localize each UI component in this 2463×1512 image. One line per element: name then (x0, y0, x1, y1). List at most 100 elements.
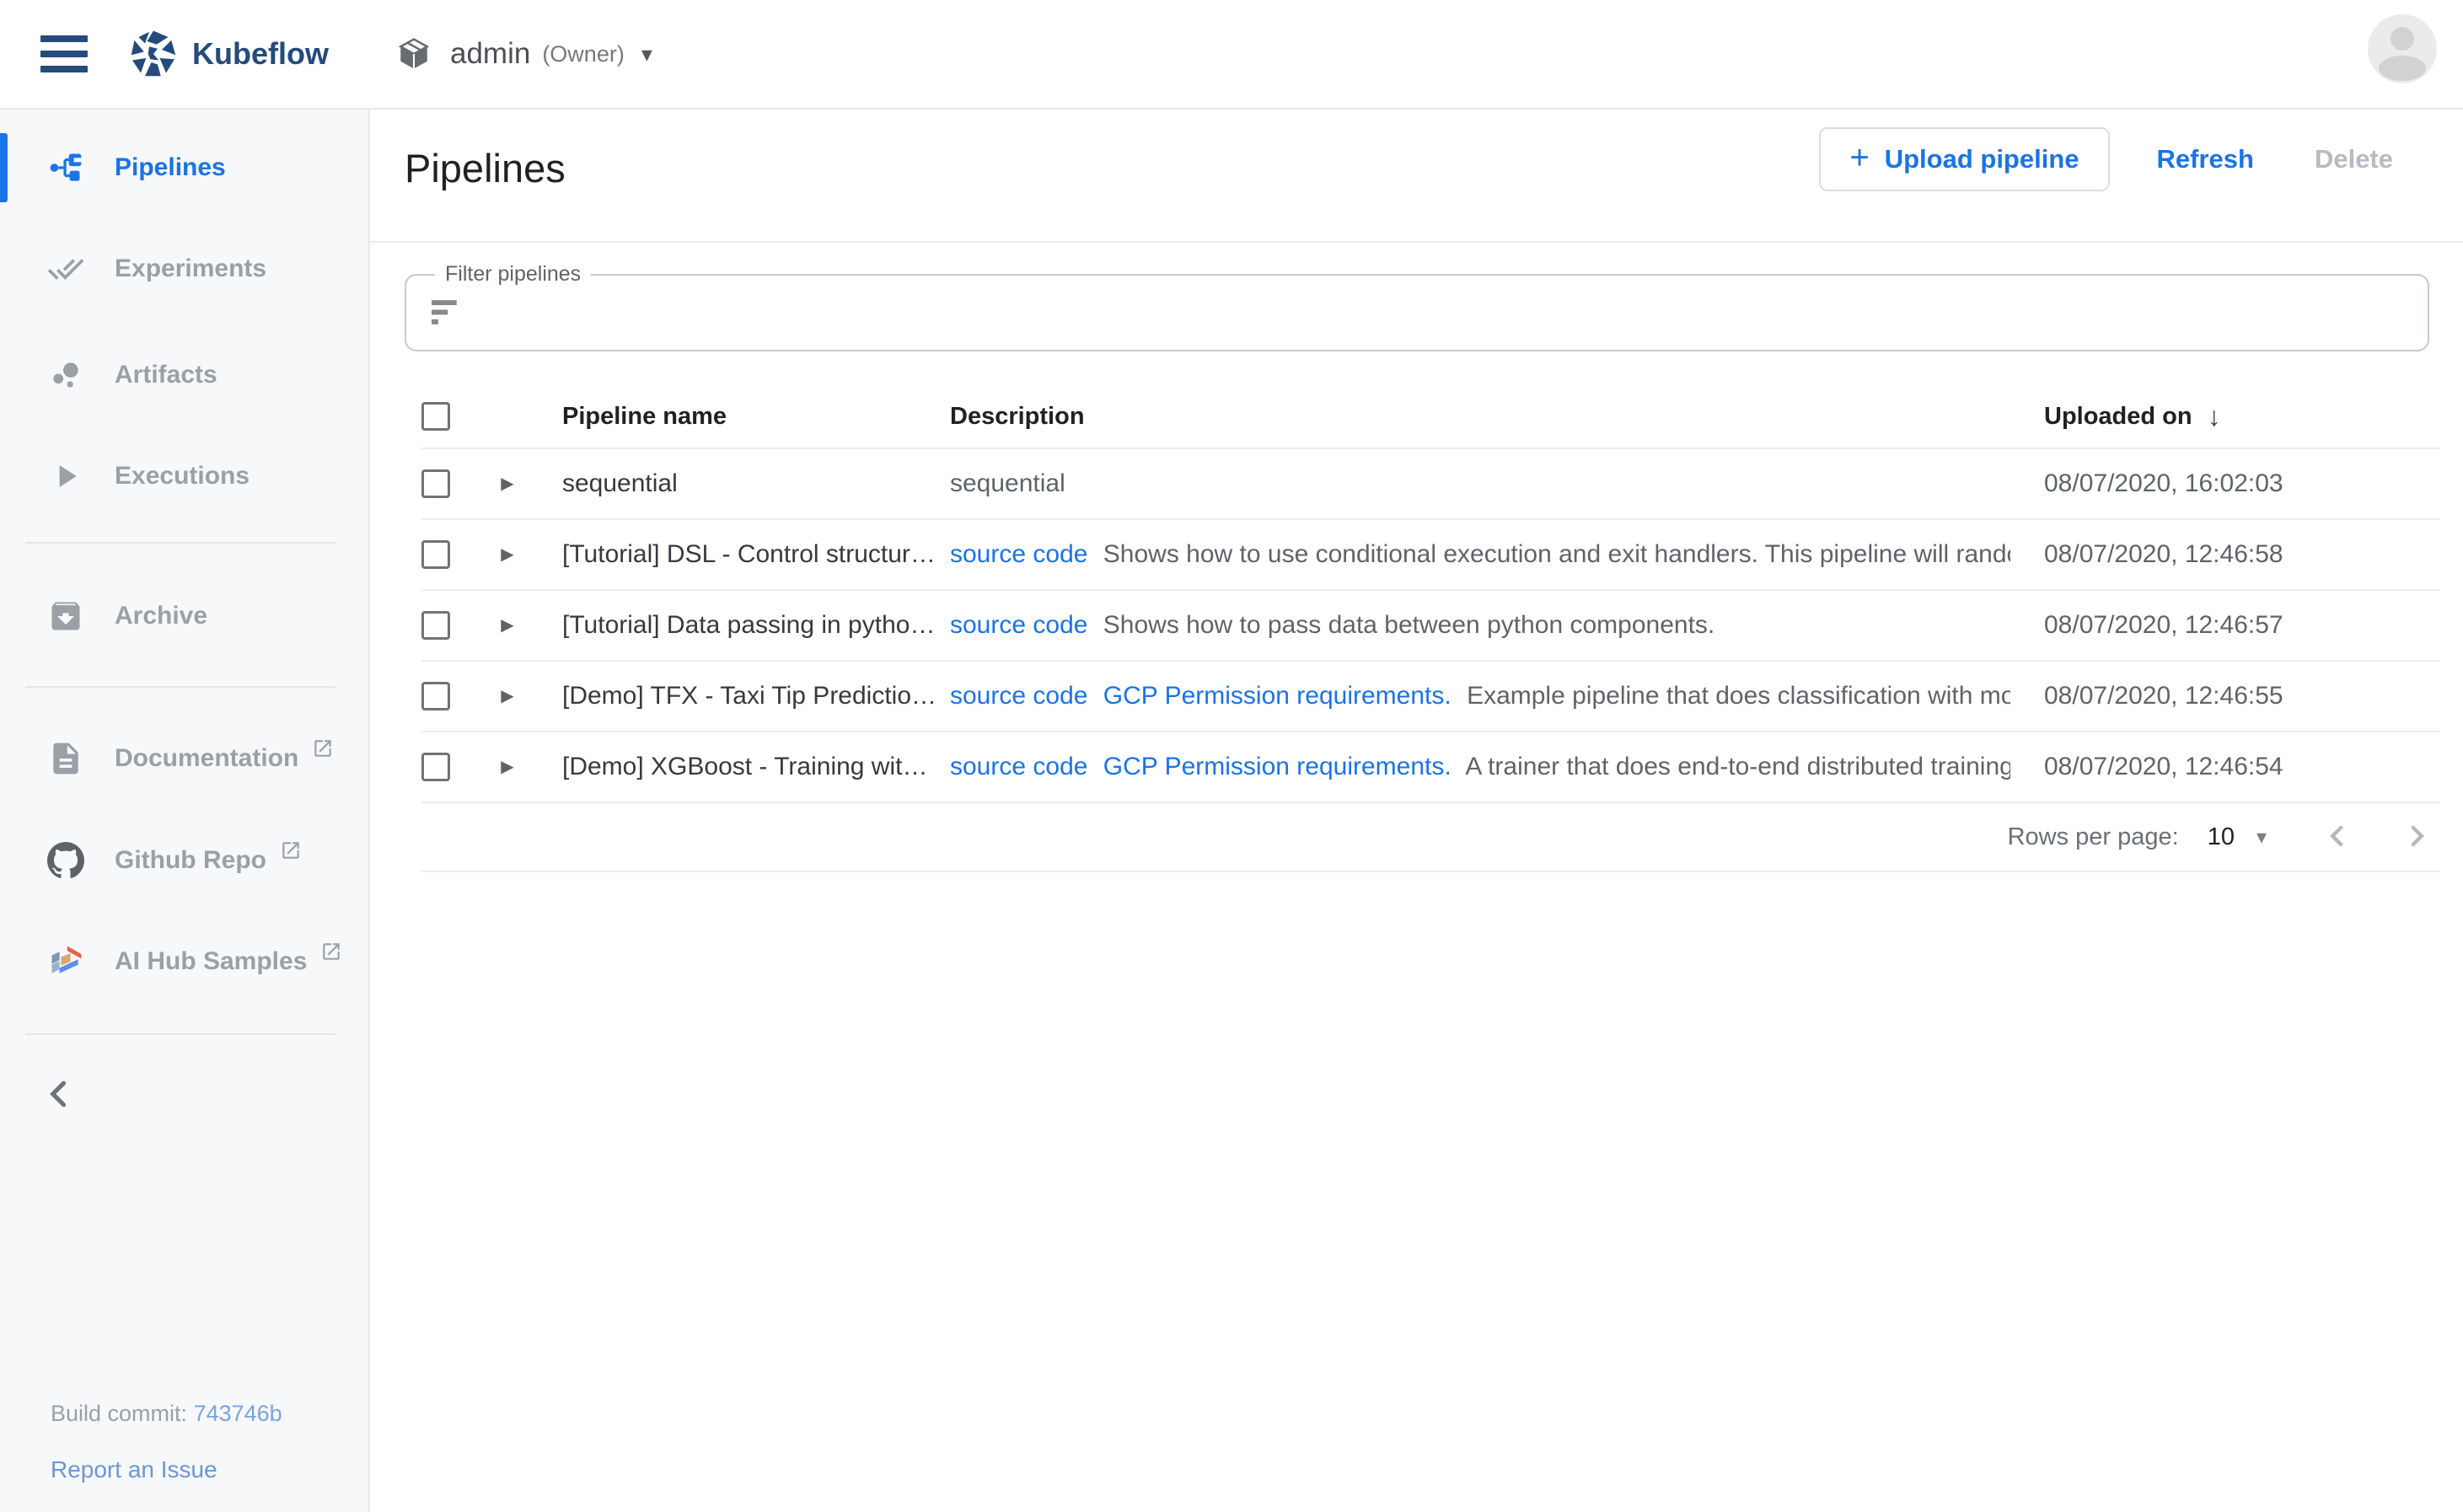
rows-per-page-value[interactable]: 10 (2208, 823, 2235, 851)
pipeline-description: source code GCP Permission requirements.… (950, 753, 2010, 781)
build-commit: Build commit: 743746b (51, 1401, 282, 1427)
sidebar-item-github-repo[interactable]: Github Repo (0, 826, 368, 895)
description-text: Shows how to pass data between python co… (1103, 611, 1714, 639)
sidebar-item-ai-hub-samples[interactable]: AI Hub Samples (0, 927, 368, 996)
external-link-icon (280, 839, 302, 861)
menu-icon[interactable] (40, 35, 88, 72)
sidebar-item-label: AI Hub Samples (115, 947, 307, 976)
sidebar-divider (25, 686, 335, 688)
pipeline-name-link[interactable]: [Demo] XGBoost - Training wit… (562, 753, 946, 781)
namespace-name: admin (450, 37, 530, 71)
filter-pipelines-input[interactable]: Filter pipelines (405, 274, 2429, 351)
rows-per-page-label: Rows per page: (2008, 823, 2179, 851)
sort-desc-icon[interactable]: ↓ (2208, 401, 2221, 432)
table-row: ▶ [Tutorial] DSL - Control structur… sou… (421, 520, 2440, 591)
namespace-cube-icon (396, 36, 432, 72)
sidebar-divider (25, 1033, 335, 1035)
uploaded-on-value: 08/07/2020, 12:46:55 (2044, 682, 2440, 710)
pipelines-table: Pipeline name Description Uploaded on ↓ … (421, 385, 2440, 872)
pipeline-description: sequential (950, 469, 2010, 498)
avatar[interactable] (2368, 14, 2437, 83)
column-header-description[interactable]: Description (950, 403, 2010, 431)
prev-page-button[interactable] (2319, 818, 2356, 855)
delete-button[interactable]: Delete (2310, 143, 2398, 175)
sidebar: Pipelines Experiments Artifacts Executio… (0, 110, 370, 1512)
page-title: Pipelines (405, 145, 566, 191)
column-header-pipeline-name[interactable]: Pipeline name (562, 403, 946, 431)
pipeline-description: source code Shows how to use conditional… (950, 540, 2010, 569)
expand-row-icon[interactable]: ▶ (497, 546, 518, 563)
column-header-uploaded-on[interactable]: Uploaded on (2044, 403, 2192, 431)
pipeline-name-link[interactable]: [Demo] TFX - Taxi Tip Predictio… (562, 682, 946, 710)
ai-hub-icon (47, 943, 84, 980)
kubeflow-logo-icon (128, 29, 179, 79)
sidebar-item-label: Documentation (115, 744, 298, 773)
pagination-bar: Rows per page: 10 ▾ (421, 803, 2440, 872)
expand-row-icon[interactable]: ▶ (497, 759, 518, 775)
sidebar-item-experiments[interactable]: Experiments (0, 234, 368, 303)
pipeline-name-link[interactable]: [Tutorial] Data passing in pytho… (562, 611, 946, 640)
kubeflow-pipelines-page: Kubeflow admin (Owner) ▾ (0, 0, 2463, 1512)
namespace-selector[interactable]: admin (Owner) ▾ (396, 36, 652, 72)
pipeline-name-link[interactable]: sequential (562, 469, 946, 498)
expand-row-icon[interactable]: ▶ (497, 475, 518, 492)
expand-row-icon[interactable]: ▶ (497, 688, 518, 705)
description-text: Shows how to use conditional execution a… (1103, 540, 2010, 568)
sidebar-item-label: Archive (115, 602, 207, 630)
avatar-head-shape (2391, 27, 2414, 51)
upload-pipeline-button[interactable]: + Upload pipeline (1819, 127, 2109, 191)
refresh-button[interactable]: Refresh (2152, 143, 2259, 175)
build-commit-link[interactable]: 743746b (194, 1401, 282, 1426)
collapse-sidebar-button[interactable] (40, 1075, 84, 1119)
kubeflow-logo[interactable]: Kubeflow (128, 29, 329, 79)
toolbar: + Upload pipeline Refresh Delete (1819, 127, 2398, 191)
experiments-icon (47, 250, 84, 287)
pipeline-description: source code GCP Permission requirements.… (950, 682, 2010, 710)
source-code-link[interactable]: source code (950, 753, 1087, 780)
row-checkbox[interactable] (421, 682, 450, 710)
chevron-down-icon: ▾ (641, 41, 652, 67)
source-code-link[interactable]: source code (950, 540, 1087, 568)
plus-icon: + (1849, 139, 1869, 177)
page-header: Pipelines + Upload pipeline Refresh Dele… (370, 110, 2463, 243)
sidebar-item-archive[interactable]: Archive (0, 582, 368, 651)
description-text: sequential (950, 469, 1065, 497)
gcp-permission-link[interactable]: GCP Permission requirements. (1103, 682, 1452, 710)
main-panel: Pipelines + Upload pipeline Refresh Dele… (370, 110, 2463, 1512)
source-code-link[interactable]: source code (950, 611, 1087, 639)
upload-pipeline-label: Upload pipeline (1885, 144, 2079, 174)
topbar: Kubeflow admin (Owner) ▾ (0, 0, 2463, 110)
row-checkbox[interactable] (421, 469, 450, 498)
source-code-link[interactable]: source code (950, 682, 1087, 710)
gcp-permission-link[interactable]: GCP Permission requirements. (1103, 753, 1452, 780)
row-checkbox[interactable] (421, 611, 450, 640)
table-row: ▶ [Demo] XGBoost - Training wit… source … (421, 732, 2440, 803)
build-commit-label: Build commit: (51, 1401, 187, 1426)
content-area: Filter pipelines Pipeline name Descripti… (370, 243, 2463, 1512)
sidebar-divider (25, 542, 335, 544)
sidebar-item-artifacts[interactable]: Artifacts (0, 340, 368, 410)
report-issue-link[interactable]: Report an Issue (51, 1456, 217, 1483)
pipeline-name-link[interactable]: [Tutorial] DSL - Control structur… (562, 540, 946, 569)
row-checkbox[interactable] (421, 540, 450, 569)
github-icon (47, 842, 84, 879)
table-header-row: Pipeline name Description Uploaded on ↓ (421, 385, 2440, 449)
rows-per-page-caret-icon[interactable]: ▾ (2256, 825, 2267, 850)
sidebar-item-executions[interactable]: Executions (0, 442, 368, 511)
chevron-right-icon (2400, 819, 2433, 853)
chevron-left-icon (40, 1075, 78, 1113)
pipeline-description: source code Shows how to pass data betwe… (950, 611, 2010, 640)
description-text: Example pipeline that does classificatio… (1467, 682, 2010, 710)
sidebar-item-pipelines[interactable]: Pipelines (0, 133, 368, 202)
row-checkbox[interactable] (421, 753, 450, 781)
sidebar-item-label: Experiments (115, 255, 266, 283)
expand-row-icon[interactable]: ▶ (497, 617, 518, 634)
namespace-role: (Owner) (542, 41, 625, 67)
select-all-checkbox[interactable] (421, 402, 450, 431)
next-page-button[interactable] (2398, 818, 2435, 855)
uploaded-on-value: 08/07/2020, 12:46:54 (2044, 753, 2440, 781)
archive-icon (47, 598, 84, 635)
filter-input-label: Filter pipelines (435, 262, 591, 287)
sidebar-item-documentation[interactable]: Documentation (0, 724, 368, 793)
uploaded-on-value: 08/07/2020, 12:46:58 (2044, 540, 2440, 569)
